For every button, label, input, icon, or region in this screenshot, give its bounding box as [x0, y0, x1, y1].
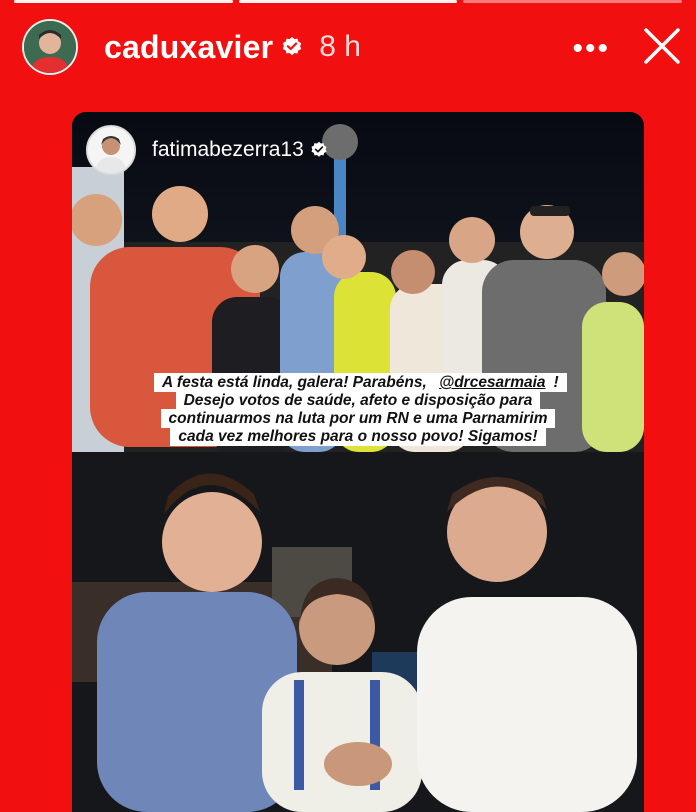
reposted-story-card[interactable]: fatimabezerra13 A festa está linda, gale… — [72, 112, 644, 812]
story-header: caduxavier 8 h ••• — [22, 18, 682, 76]
caption-text: A festa está linda, galera! Parabéns, — [158, 373, 436, 392]
profile-photo — [24, 21, 76, 73]
progress-segment — [238, 0, 458, 3]
mention-link[interactable]: @drcesarmaia — [435, 373, 550, 392]
avatar[interactable] — [22, 19, 78, 75]
verified-badge-icon — [311, 141, 327, 157]
post-time: 8 h — [319, 30, 361, 63]
progress-segment — [14, 0, 233, 3]
repost-avatar[interactable] — [86, 124, 136, 175]
story-progress-bar — [14, 0, 683, 3]
repost-profile-photo — [88, 126, 134, 173]
progress-segment — [463, 0, 683, 3]
close-icon[interactable] — [642, 26, 682, 66]
trio-photo — [72, 452, 644, 812]
verified-badge-icon — [283, 36, 302, 56]
username[interactable]: caduxavier — [104, 29, 273, 66]
repost-username[interactable]: fatimabezerra13 — [152, 138, 304, 162]
repost-header: fatimabezerra13 — [72, 112, 644, 187]
story-caption: A festa está linda, galera! Parabéns, @d… — [154, 373, 567, 446]
more-options-icon[interactable]: ••• — [572, 32, 610, 66]
